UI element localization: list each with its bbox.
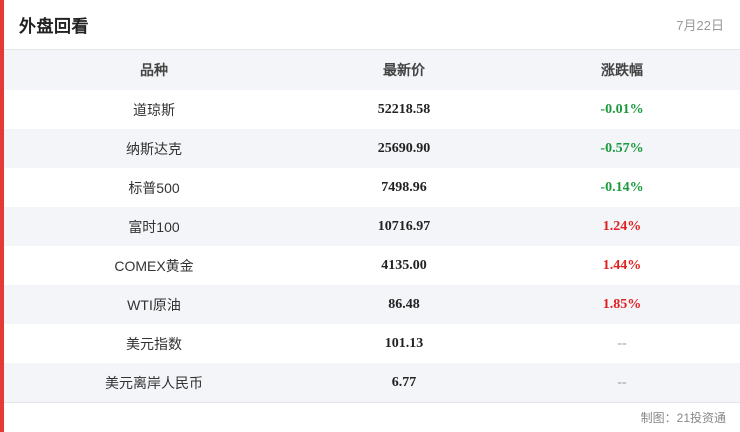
instrument-name: 富时100 <box>128 218 180 235</box>
market-review-panel: 外盘回看 7月22日 品种 最新价 涨跌幅 道琼斯 52218.58 -0.01… <box>0 0 740 432</box>
table-row: 标普500 7498.96 -0.14% <box>4 168 740 207</box>
table-row: 纳斯达克 25690.90 -0.57% <box>4 129 740 168</box>
change-percent: -0.01% <box>600 101 644 117</box>
table-row: 富时100 10716.97 1.24% <box>4 207 740 246</box>
column-header-name: 品种 <box>140 62 168 78</box>
latest-price: 10716.97 <box>377 218 431 234</box>
table-row: COMEX黄金 4135.00 1.44% <box>4 246 740 285</box>
table-header-row: 品种 最新价 涨跌幅 <box>4 50 740 90</box>
date-label: 7月22日 <box>676 18 724 33</box>
change-percent: 1.85% <box>602 296 642 312</box>
change-percent: -0.57% <box>600 140 644 156</box>
table-row: WTI原油 86.48 1.85% <box>4 285 740 324</box>
latest-price: 86.48 <box>388 296 420 312</box>
latest-price: 25690.90 <box>377 140 431 156</box>
market-table: 品种 最新价 涨跌幅 道琼斯 52218.58 -0.01% 纳斯达克 2569… <box>4 50 740 402</box>
latest-price: 6.77 <box>391 374 417 390</box>
instrument-name: WTI原油 <box>127 296 181 313</box>
latest-price: 4135.00 <box>381 257 427 273</box>
column-header-price: 最新价 <box>383 62 425 78</box>
instrument-name: 美元指数 <box>126 335 182 352</box>
latest-price: 101.13 <box>384 335 424 351</box>
column-header-change: 涨跌幅 <box>601 62 643 78</box>
table-row: 美元离岸人民币 6.77 -- <box>4 363 740 402</box>
latest-price: 7498.96 <box>381 179 427 195</box>
instrument-name: COMEX黄金 <box>114 257 194 274</box>
table-row: 美元指数 101.13 -- <box>4 324 740 363</box>
change-percent: 1.24% <box>602 218 642 234</box>
panel-title: 外盘回看 <box>19 17 89 36</box>
instrument-name: 纳斯达克 <box>126 140 182 157</box>
instrument-name: 道琼斯 <box>133 101 175 118</box>
panel-footer: 制图：21投资通 <box>4 402 740 432</box>
change-percent: -- <box>617 374 627 390</box>
instrument-name: 美元离岸人民币 <box>105 374 203 391</box>
change-percent: -- <box>617 335 627 351</box>
latest-price: 52218.58 <box>377 101 431 117</box>
instrument-name: 标普500 <box>128 179 180 196</box>
change-percent: 1.44% <box>602 257 642 273</box>
table-row: 道琼斯 52218.58 -0.01% <box>4 90 740 129</box>
panel-header: 外盘回看 7月22日 <box>4 0 740 50</box>
source-credit: 制图：21投资通 <box>640 411 726 425</box>
change-percent: -0.14% <box>600 179 644 195</box>
